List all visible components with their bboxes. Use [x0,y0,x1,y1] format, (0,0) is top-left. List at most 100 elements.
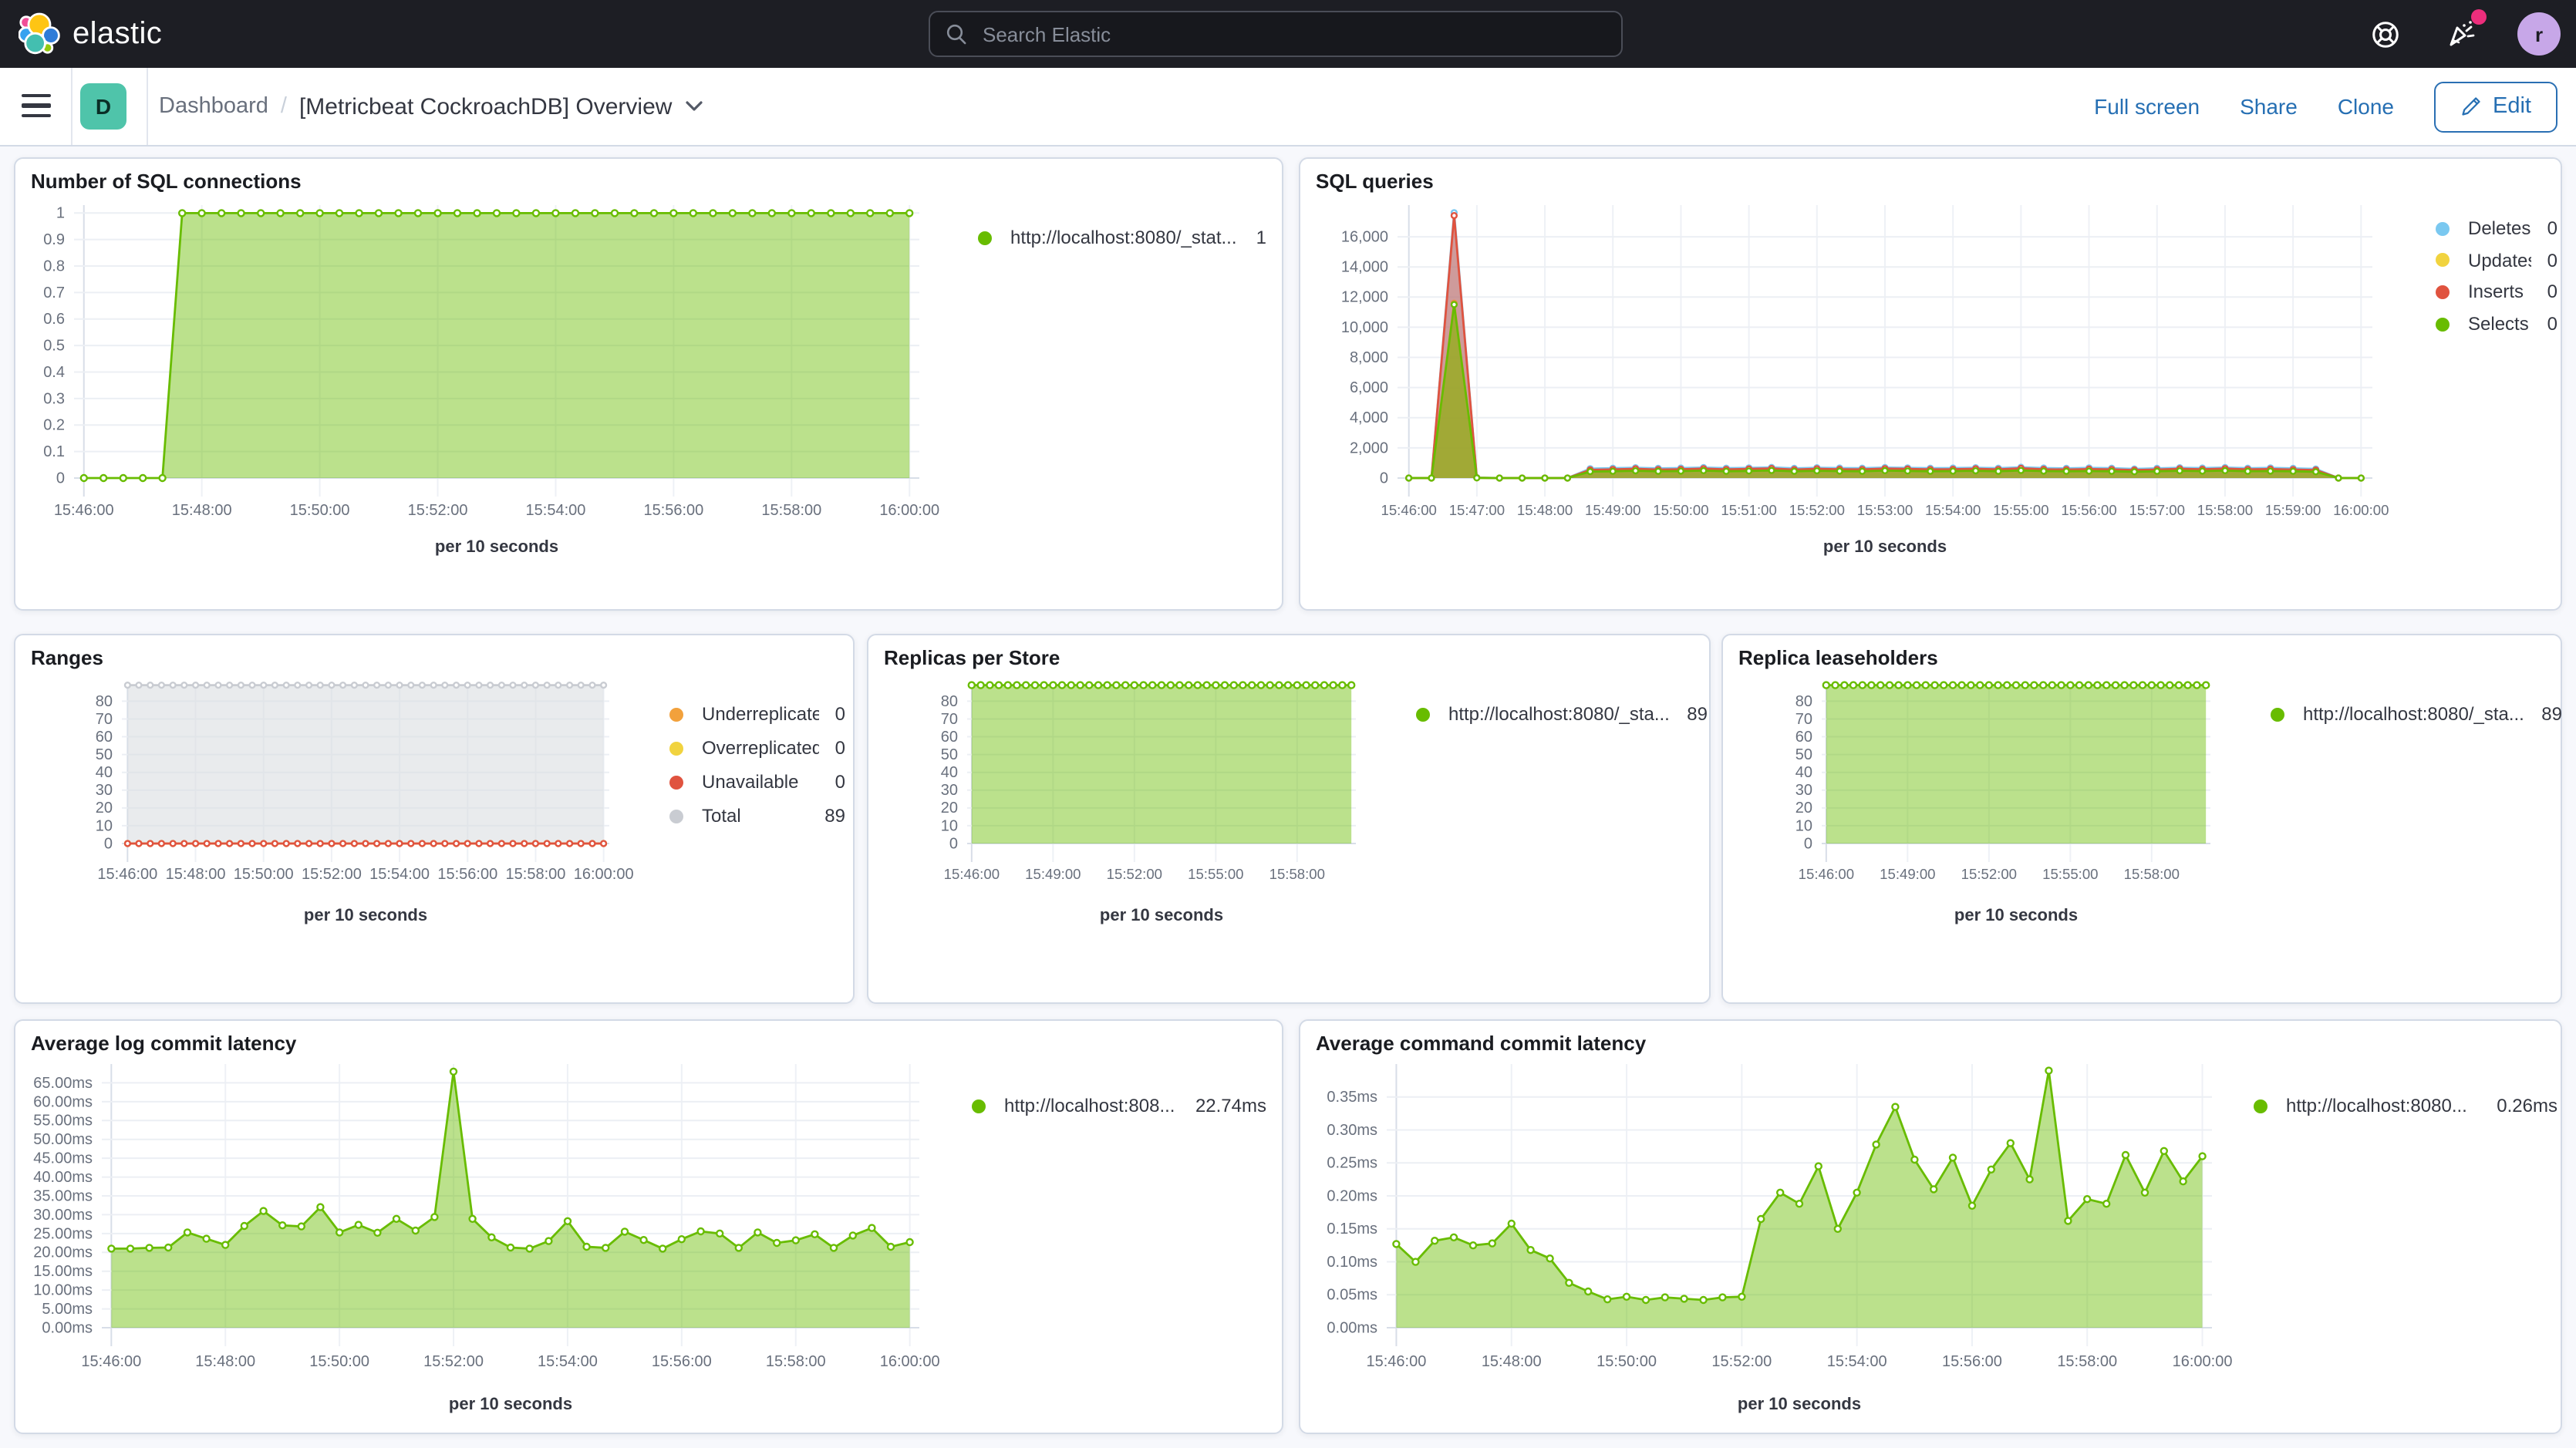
x-tick-label: 15:46:00 [97,866,157,883]
y-tick-label: 14,000 [1341,259,1388,276]
axis-title: per 10 seconds [1762,538,2008,557]
legend-dot-icon [2271,707,2284,721]
elastic-logo[interactable]: elastic [19,12,162,56]
news-button[interactable] [2440,12,2483,56]
legend-item[interactable]: Inserts0 [2436,281,2557,303]
y-tick-label: 10 [96,817,113,834]
legend-label: Underreplicated [702,703,820,725]
y-tick-label: 0 [949,835,958,852]
chart-average-log-commit-latency[interactable]: 15:46:0015:48:0015:50:0015:52:0015:54:00… [15,1021,1285,1436]
search-input[interactable] [979,21,1621,47]
x-tick-label: 15:47:00 [1449,502,1505,518]
clone-button[interactable]: Clone [2338,94,2394,119]
axis-title: per 10 seconds [242,907,489,925]
panel-ranges: Ranges15:46:0015:48:0015:50:0015:52:0015… [14,634,855,1004]
x-tick-label: 15:50:00 [1597,1353,1657,1370]
legend-value: 0 [835,703,845,725]
x-tick-label: 15:58:00 [2197,502,2253,518]
dashboard-toolbar: D Dashboard / [Metricbeat CockroachDB] O… [0,68,2576,146]
x-tick-label: 15:58:00 [761,502,821,519]
x-tick-label: 15:56:00 [643,502,703,519]
legend-label: Inserts [2468,281,2532,303]
global-search[interactable] [929,11,1623,57]
x-tick-label: 15:48:00 [195,1353,255,1370]
elastic-logo-icon [19,12,60,56]
legend-item[interactable]: Selects0 [2436,313,2557,335]
chart-average-command-commit-latency[interactable]: 15:46:0015:48:0015:50:0015:52:0015:54:00… [1300,1021,2564,1436]
legend-dot-icon [2436,253,2450,267]
x-tick-label: 15:57:00 [2129,502,2185,518]
legend-dot-icon [978,231,992,244]
x-tick-label: 15:48:00 [1482,1353,1542,1370]
y-tick-label: 70 [1795,711,1812,728]
x-tick-label: 15:50:00 [309,1353,369,1370]
y-tick-label: 15.00ms [33,1263,93,1280]
legend-dot-icon [2436,285,2450,299]
y-tick-label: 0.15ms [1327,1221,1377,1238]
x-tick-label: 15:46:00 [81,1353,141,1370]
legend-label: http://localhost:808... [1004,1095,1180,1116]
divider [71,68,72,145]
y-tick-label: 25.00ms [33,1225,93,1242]
x-tick-label: 16:00:00 [2333,502,2389,518]
axis-title: per 10 seconds [1038,907,1285,925]
legend-item[interactable]: http://localhost:8080/_sta...89 [1416,703,1708,725]
legend-value: 0 [2547,313,2557,335]
y-tick-label: 30 [1795,782,1812,799]
y-tick-label: 0.35ms [1327,1089,1377,1106]
y-tick-label: 35.00ms [33,1187,93,1204]
edit-button[interactable]: Edit [2434,81,2557,132]
share-button[interactable]: Share [2240,94,2298,119]
legend-value: 22.74ms [1195,1095,1266,1116]
x-tick-label: 15:52:00 [408,502,468,519]
axis-title: per 10 seconds [387,1396,634,1414]
legend-item[interactable]: http://localhost:8080/_stat...1 [978,227,1266,248]
y-tick-label: 50.00ms [33,1131,93,1148]
legend-item[interactable]: Updates0 [2436,249,2557,271]
axis-title: per 10 seconds [1893,907,2139,925]
chart-replica-leaseholders[interactable]: 15:46:0015:49:0015:52:0015:55:0015:58:00… [1723,635,2564,1005]
y-tick-label: 55.00ms [33,1113,93,1130]
breadcrumb-dashboard[interactable]: Dashboard [159,94,268,119]
y-tick-label: 40 [96,764,113,781]
space-badge[interactable]: D [80,83,126,130]
y-tick-label: 0 [1380,470,1388,487]
legend-value: 89 [1687,703,1708,725]
full-screen-button[interactable]: Full screen [2094,94,2200,119]
x-tick-label: 15:58:00 [2057,1353,2117,1370]
x-tick-label: 15:50:00 [234,866,294,883]
legend-item[interactable]: Deletes0 [2436,217,2557,239]
user-avatar[interactable]: r [2517,12,2561,56]
chevron-down-icon[interactable] [684,100,703,113]
x-tick-label: 15:52:00 [1789,502,1845,518]
legend-label: Deletes [2468,217,2532,239]
legend-item[interactable]: Total89 [669,805,845,827]
legend-item[interactable]: Underreplicated 0 [669,703,845,725]
y-tick-label: 50 [941,746,958,763]
y-tick-label: 0.25ms [1327,1155,1377,1172]
x-tick-label: 15:56:00 [1942,1353,2002,1370]
breadcrumb-separator: / [281,94,287,119]
menu-button[interactable] [22,94,51,117]
y-tick-label: 60.00ms [33,1093,93,1110]
help-button[interactable] [2363,12,2406,56]
y-tick-label: 10,000 [1341,319,1388,336]
x-tick-label: 15:46:00 [1799,866,1854,882]
y-tick-label: 30.00ms [33,1207,93,1224]
y-tick-label: 0.7 [43,285,65,301]
legend-item[interactable]: http://localhost:8080/_sta...89 [2271,703,2562,725]
x-tick-label: 15:58:00 [1269,866,1325,882]
x-tick-label: 15:58:00 [506,866,566,883]
legend-item[interactable]: http://localhost:8080...0.26ms [2254,1095,2557,1116]
legend-item[interactable]: http://localhost:808... 22.74ms [972,1095,1266,1116]
y-tick-label: 0.3 [43,390,65,407]
top-header: elastic [0,0,2576,68]
legend-item[interactable]: Unavailable0 [669,771,845,793]
axis-title: per 10 seconds [373,538,620,557]
y-tick-label: 0.5 [43,338,65,355]
legend-item[interactable]: Overreplicated0 [669,737,845,759]
y-tick-label: 0.20ms [1327,1187,1377,1204]
legend-value: 89 [824,805,845,827]
pencil-icon [2460,96,2482,117]
chart-replicas-per-store[interactable]: 15:46:0015:49:0015:52:0015:55:0015:58:00… [868,635,1712,1005]
